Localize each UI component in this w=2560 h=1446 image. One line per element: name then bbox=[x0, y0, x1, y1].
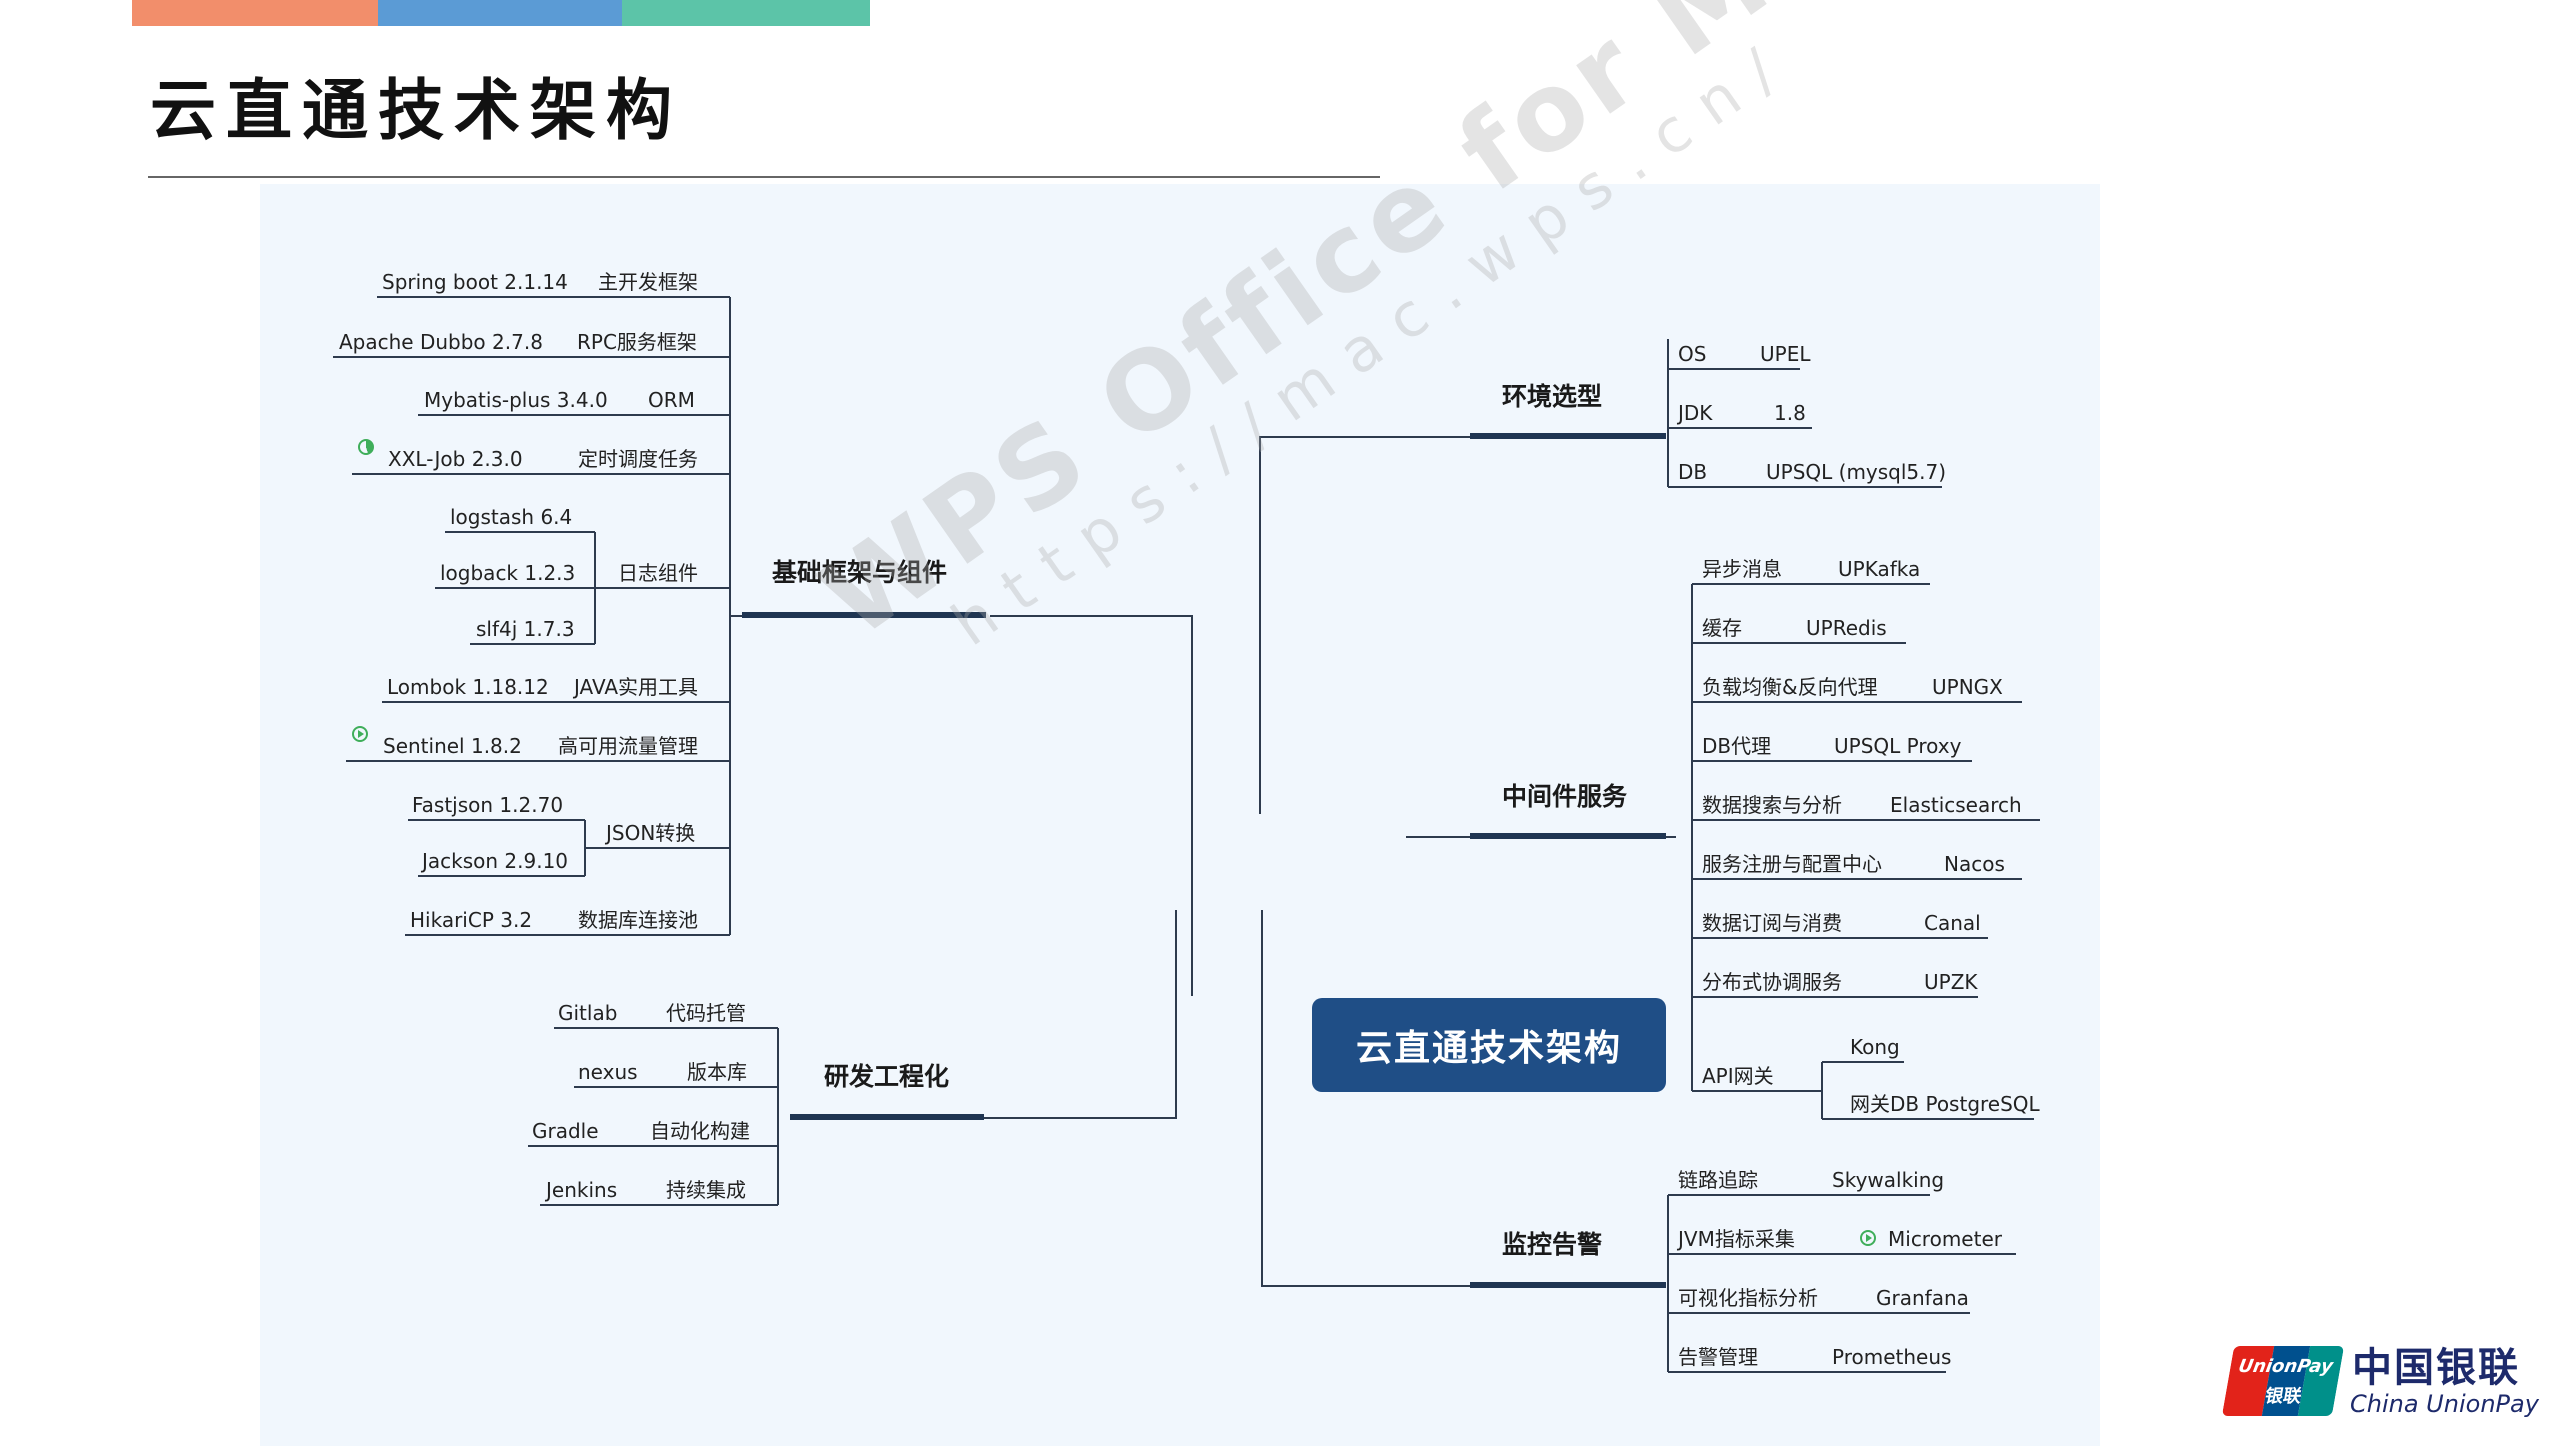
connector-env-to-center bbox=[1259, 436, 1482, 814]
env-item-value: UPSQL (mysql5.7) bbox=[1766, 460, 1947, 484]
mon-item-value: Prometheus bbox=[1832, 1345, 1952, 1369]
mw-item-key: 负载均衡&反向代理 bbox=[1702, 675, 1878, 699]
base-item-name: Lombok 1.18.12 bbox=[387, 675, 549, 699]
underline-monitor bbox=[1470, 1282, 1666, 1288]
base-item-name: XXL-Job 2.3.0 bbox=[388, 447, 523, 471]
underline-devops bbox=[790, 1114, 984, 1120]
branch-label-monitor: 监控告警 bbox=[1502, 1230, 1603, 1259]
accent-bar-teal bbox=[622, 0, 870, 26]
devops-item-name: Jenkins bbox=[546, 1178, 618, 1202]
base-item-name: HikariCP 3.2 bbox=[410, 908, 533, 932]
mindmap-canvas: 云直通技术架构 基础框架与组件 研发工程化 环境选型 中间件服务 监控告警 Sp… bbox=[260, 184, 2100, 1446]
devops-item-desc: 持续集成 bbox=[666, 1178, 746, 1202]
mw-item-key: 异步消息 bbox=[1702, 557, 1782, 581]
base-item-desc: JAVA实用工具 bbox=[574, 675, 699, 699]
base-item-name: Mybatis-plus 3.4.0 bbox=[424, 388, 608, 412]
env-item-key: DB bbox=[1678, 460, 1708, 484]
env-item-key: OS bbox=[1678, 342, 1707, 366]
mon-item-key: 链路追踪 bbox=[1678, 1168, 1758, 1192]
mw-item-key: 缓存 bbox=[1702, 616, 1742, 640]
logo-card-text: UnionPay bbox=[2236, 1356, 2335, 1377]
accent-bar-blue bbox=[378, 0, 622, 26]
mw-item-value: UPKafka bbox=[1838, 557, 1921, 581]
api-item: 网关DB PostgreSQL bbox=[1850, 1092, 2040, 1116]
unionpay-logo: UnionPay 银联 中国银联 China UnionPay bbox=[2221, 1345, 2546, 1426]
mw-item-value: Canal bbox=[1924, 911, 1981, 935]
mon-item-key: JVM指标采集 bbox=[1678, 1227, 1795, 1251]
log-item: logstash 6.4 bbox=[450, 505, 573, 529]
log-item: logback 1.2.3 bbox=[440, 561, 576, 585]
play-icon bbox=[352, 726, 368, 742]
env-item-value: 1.8 bbox=[1774, 401, 1806, 425]
devops-item-desc: 自动化构建 bbox=[650, 1119, 750, 1143]
branch-label-devops: 研发工程化 bbox=[824, 1062, 950, 1091]
mw-item-value: Nacos bbox=[1944, 852, 2005, 876]
underline-base bbox=[742, 612, 986, 618]
mw-item-key: DB代理 bbox=[1702, 734, 1772, 758]
mw-item-value: UPSQL Proxy bbox=[1834, 734, 1962, 758]
page-title: 云直通技术架构 bbox=[150, 72, 682, 149]
mw-item-key: 数据搜索与分析 bbox=[1702, 793, 1842, 817]
branch-label-middleware: 中间件服务 bbox=[1502, 782, 1628, 811]
base-item-desc: 定时调度任务 bbox=[578, 447, 698, 471]
mw-item-key: 数据订阅与消费 bbox=[1702, 911, 1842, 935]
base-item-name: Spring boot 2.1.14 bbox=[382, 270, 568, 294]
mon-item-value: Granfana bbox=[1876, 1286, 1969, 1310]
underline-env bbox=[1470, 433, 1666, 439]
devops-item-name: nexus bbox=[578, 1060, 638, 1084]
json-item: Jackson 2.9.10 bbox=[422, 849, 569, 873]
log-item: slf4j 1.7.3 bbox=[476, 617, 575, 641]
env-item-key: JDK bbox=[1678, 401, 1713, 425]
api-item: Kong bbox=[1850, 1035, 1900, 1059]
branch-label-env: 环境选型 bbox=[1502, 382, 1603, 411]
devops-item-desc: 代码托管 bbox=[666, 1001, 746, 1025]
connector-base-to-center bbox=[990, 615, 1193, 996]
base-item-desc: ORM bbox=[648, 388, 695, 412]
devops-item-desc: 版本库 bbox=[687, 1060, 747, 1084]
play-icon bbox=[1860, 1230, 1876, 1246]
progress-icon bbox=[358, 439, 374, 455]
connector-mon-to-center bbox=[1261, 910, 1482, 1287]
json-item: Fastjson 1.2.70 bbox=[412, 793, 564, 817]
title-divider bbox=[148, 176, 1380, 178]
base-item-desc: 主开发框架 bbox=[598, 270, 698, 294]
mw-item-value: UPRedis bbox=[1806, 616, 1887, 640]
mw-item-value: UPZK bbox=[1924, 970, 1978, 994]
logo-card-text-cn: 银联 bbox=[2263, 1386, 2304, 1407]
mon-item-key: 可视化指标分析 bbox=[1678, 1286, 1818, 1310]
logo-chinese-name: 中国银联 bbox=[2352, 1345, 2520, 1391]
api-group-label: API网关 bbox=[1702, 1064, 1774, 1088]
json-group-label: JSON转换 bbox=[606, 821, 696, 845]
center-node: 云直通技术架构 bbox=[1312, 998, 1666, 1092]
mw-item-value: Elasticsearch bbox=[1890, 793, 2022, 817]
base-item-desc: RPC服务框架 bbox=[577, 330, 697, 354]
base-item-desc: 高可用流量管理 bbox=[558, 734, 698, 758]
mon-item-key: 告警管理 bbox=[1678, 1345, 1758, 1369]
base-item-desc: 数据库连接池 bbox=[578, 908, 698, 932]
unionpay-card-icon: UnionPay 银联 bbox=[2221, 1346, 2345, 1416]
logo-english-name: China UnionPay bbox=[2350, 1390, 2539, 1418]
connector-devops-to-center bbox=[984, 910, 1177, 1119]
log-group-label: 日志组件 bbox=[618, 561, 698, 585]
mw-item-value: UPNGX bbox=[1932, 675, 2003, 699]
base-item-name: Apache Dubbo 2.7.8 bbox=[339, 330, 543, 354]
base-item-name: Sentinel 1.8.2 bbox=[383, 734, 522, 758]
env-item-value: UPEL bbox=[1760, 342, 1811, 366]
devops-item-name: Gradle bbox=[532, 1119, 599, 1143]
branch-label-base: 基础框架与组件 bbox=[772, 558, 948, 587]
mw-item-key: 分布式协调服务 bbox=[1702, 970, 1842, 994]
devops-item-name: Gitlab bbox=[558, 1001, 618, 1025]
mw-item-key: 服务注册与配置中心 bbox=[1702, 852, 1882, 876]
mon-item-value: Skywalking bbox=[1832, 1168, 1945, 1192]
mon-item-value: Micrometer bbox=[1888, 1227, 2002, 1251]
underline-middleware bbox=[1470, 833, 1666, 839]
accent-bar-coral bbox=[132, 0, 378, 26]
